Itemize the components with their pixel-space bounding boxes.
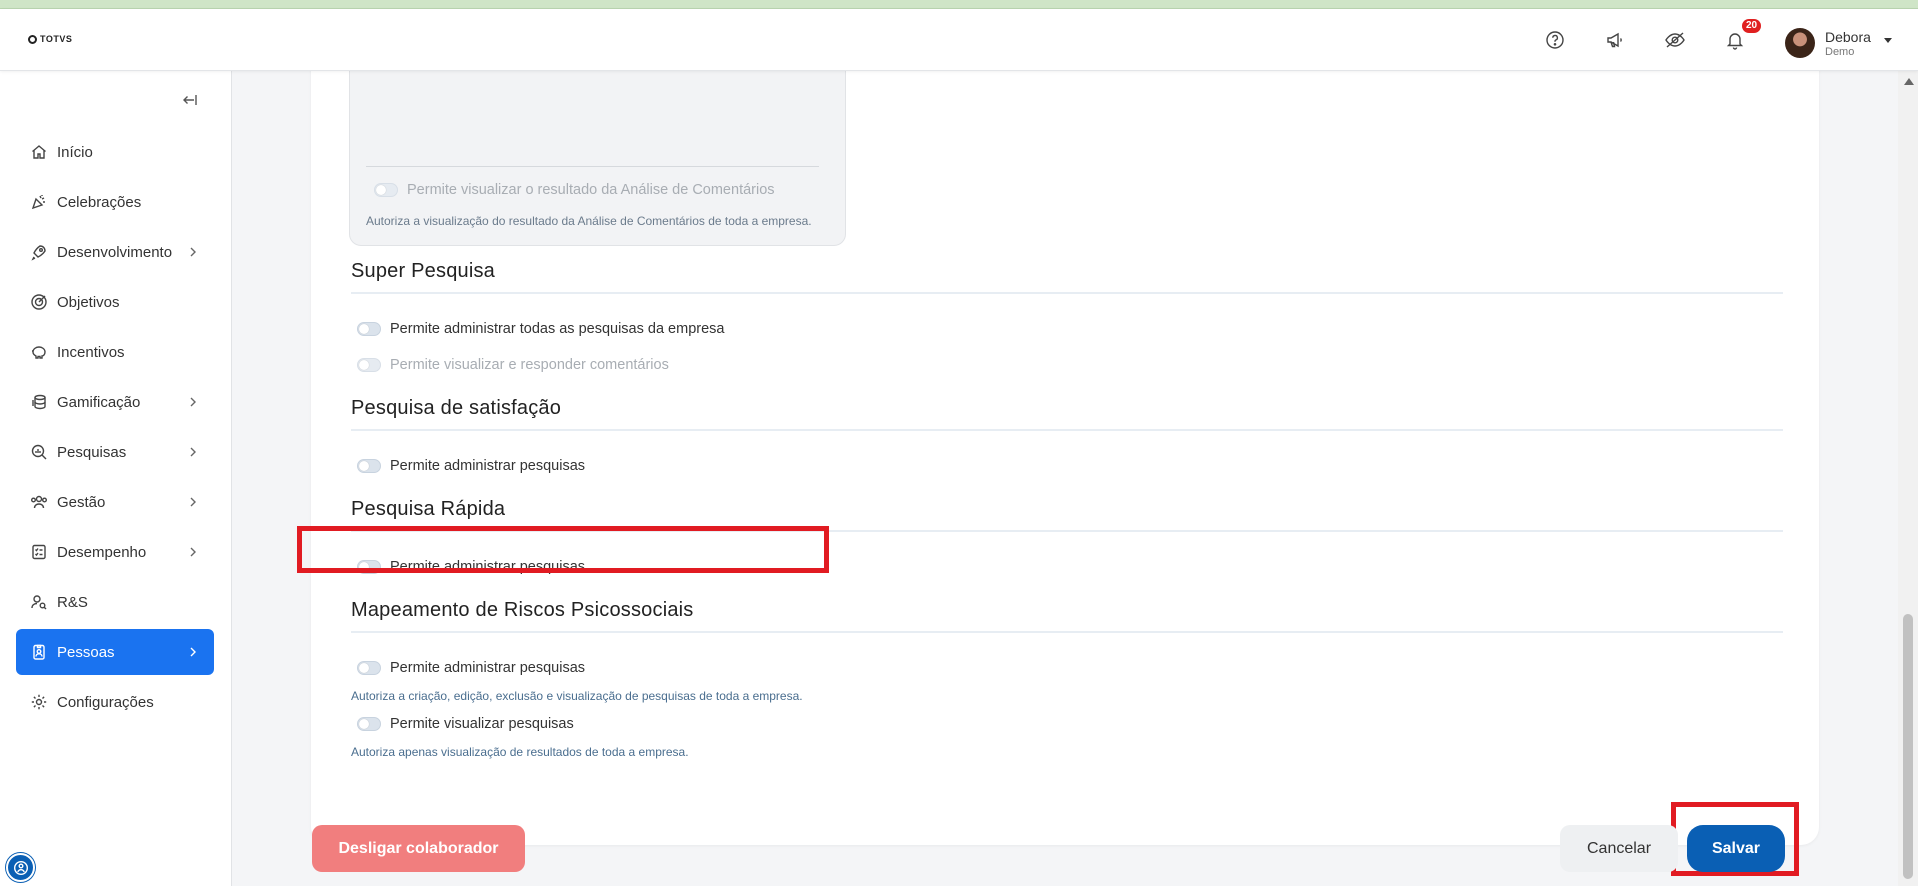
cancel-button[interactable]: Cancelar — [1560, 825, 1678, 872]
gear-icon — [30, 693, 48, 711]
sidebar: Início Celebrações Desenvolvimento Objet… — [0, 71, 232, 886]
sidebar-item-label: Início — [57, 143, 93, 161]
section-title-mapeamento-riscos: Mapeamento de Riscos Psicossociais — [351, 599, 694, 621]
help-chat-button[interactable] — [6, 853, 35, 882]
divider — [366, 166, 819, 167]
toggle-label: Permite visualizar e responder comentári… — [390, 357, 669, 373]
notification-badge: 20 — [1742, 19, 1762, 33]
sidebar-item-celebracoes[interactable]: Celebrações — [16, 179, 214, 225]
sidebar-item-rs[interactable]: R&S — [16, 579, 214, 625]
super-pesquisa-option-2: Permite visualizar e responder comentári… — [357, 357, 669, 373]
sidebar-item-pessoas[interactable]: Pessoas — [16, 629, 214, 675]
satisfacao-option-1: Permite administrar pesquisas — [357, 458, 585, 474]
user-name[interactable]: Debora — [1825, 29, 1871, 45]
toggle-description: Autoriza apenas visualização de resultad… — [351, 745, 689, 759]
sidebar-item-label: Gestão — [57, 493, 106, 511]
sidebar-item-label: Gamificação — [57, 393, 141, 411]
riscos-option-2: Permite visualizar pesquisas — [357, 716, 574, 732]
toggle-description: Autoriza a criação, edição, exclusão e v… — [351, 689, 803, 703]
desligar-colaborador-button[interactable]: Desligar colaborador — [312, 825, 525, 872]
toggle-label: Permite visualizar pesquisas — [390, 716, 574, 732]
sidebar-item-desempenho[interactable]: Desempenho — [16, 529, 214, 575]
section-title-pesquisa-rapida: Pesquisa Rápida — [351, 498, 506, 520]
party-icon — [30, 193, 48, 211]
target-icon — [30, 293, 48, 311]
super-pesquisa-option-1: Permite administrar todas as pesquisas d… — [357, 321, 724, 337]
highlight-box-section — [297, 526, 829, 573]
megaphone-icon[interactable] — [1604, 29, 1626, 51]
top-header: TOTVS 20 Debora Demo — [0, 9, 1918, 71]
section-divider — [351, 292, 1783, 294]
sidebar-item-label: Pessoas — [57, 643, 115, 661]
chevron-right-icon — [186, 545, 200, 559]
users-icon — [30, 493, 48, 511]
home-icon — [30, 143, 48, 161]
search-chart-icon — [30, 443, 48, 461]
riscos-option-1: Permite administrar pesquisas — [357, 660, 585, 676]
sidebar-item-desenvolvimento[interactable]: Desenvolvimento — [16, 229, 214, 275]
sidebar-item-configuracoes[interactable]: Configurações — [16, 679, 214, 725]
toggle-label: Permite visualizar o resultado da Anális… — [407, 182, 775, 198]
satisfacao-admin-toggle[interactable] — [357, 459, 381, 473]
comments-analysis-box: Permite visualizar o resultado da Anális… — [349, 71, 846, 246]
comments-analysis-toggle[interactable] — [374, 183, 398, 197]
permissions-card: Permite visualizar o resultado da Anális… — [311, 71, 1819, 845]
section-title-super-pesquisa: Super Pesquisa — [351, 260, 496, 282]
riscos-view-toggle[interactable] — [357, 717, 381, 731]
help-icon[interactable] — [1544, 29, 1566, 51]
chevron-right-icon — [186, 445, 200, 459]
bell-icon[interactable] — [1724, 29, 1746, 51]
scroll-thumb[interactable] — [1903, 614, 1913, 879]
view-comments-toggle[interactable] — [357, 358, 381, 372]
chevron-right-icon — [186, 245, 200, 259]
chevron-right-icon — [186, 495, 200, 509]
eye-off-icon[interactable] — [1664, 29, 1686, 51]
sidebar-item-label: Desempenho — [57, 543, 147, 561]
sidebar-item-label: Celebrações — [57, 193, 142, 211]
toggle-label: Permite administrar todas as pesquisas d… — [390, 321, 725, 337]
logo-text: TOTVS — [40, 34, 73, 44]
user-search-icon — [30, 593, 48, 611]
toggle-description: Autoriza a visualização do resultado da … — [366, 214, 812, 228]
sidebar-item-incentivos[interactable]: Incentivos — [16, 329, 214, 375]
avatar[interactable] — [1785, 28, 1815, 58]
sidebar-item-label: Pesquisas — [57, 443, 127, 461]
main-content: Permite visualizar o resultado da Anális… — [233, 71, 1898, 886]
caret-down-icon[interactable] — [1884, 38, 1892, 43]
sidebar-item-gamificacao[interactable]: Gamificação — [16, 379, 214, 425]
badge-icon — [30, 643, 48, 661]
logo[interactable]: TOTVS — [28, 34, 72, 44]
sidebar-item-label: Desenvolvimento — [57, 243, 173, 261]
sidebar-item-objetivos[interactable]: Objetivos — [16, 279, 214, 325]
riscos-admin-toggle[interactable] — [357, 661, 381, 675]
sidebar-item-label: Objetivos — [57, 293, 120, 311]
user-role: Demo — [1825, 46, 1855, 58]
logo-icon — [28, 34, 37, 44]
checklist-icon — [30, 543, 48, 561]
sidebar-item-inicio[interactable]: Início — [16, 129, 214, 175]
scroll-up-arrow-icon[interactable] — [1904, 78, 1914, 85]
collapse-sidebar-icon[interactable] — [180, 91, 198, 109]
chevron-right-icon — [186, 645, 200, 659]
toggle-label: Permite administrar pesquisas — [390, 458, 586, 474]
section-divider — [351, 429, 1783, 431]
scrollbar[interactable] — [1898, 71, 1918, 886]
save-button[interactable]: Salvar — [1687, 825, 1785, 872]
section-divider — [351, 631, 1783, 633]
sidebar-item-label: R&S — [57, 593, 88, 611]
rocket-icon — [30, 243, 48, 261]
piggy-bank-icon — [30, 343, 48, 361]
sidebar-item-label: Incentivos — [57, 343, 125, 361]
sidebar-item-label: Configurações — [57, 693, 154, 711]
sidebar-item-pesquisas[interactable]: Pesquisas — [16, 429, 214, 475]
coins-icon — [30, 393, 48, 411]
toggle-label: Permite administrar pesquisas — [390, 660, 586, 676]
admin-all-surveys-toggle[interactable] — [357, 322, 381, 336]
browser-top-strip — [0, 0, 1918, 9]
section-title-pesquisa-satisfacao: Pesquisa de satisfação — [351, 397, 562, 419]
sidebar-item-gestao[interactable]: Gestão — [16, 479, 214, 525]
comments-analysis-toggle-row: Permite visualizar o resultado da Anális… — [374, 182, 775, 198]
chevron-right-icon — [186, 395, 200, 409]
